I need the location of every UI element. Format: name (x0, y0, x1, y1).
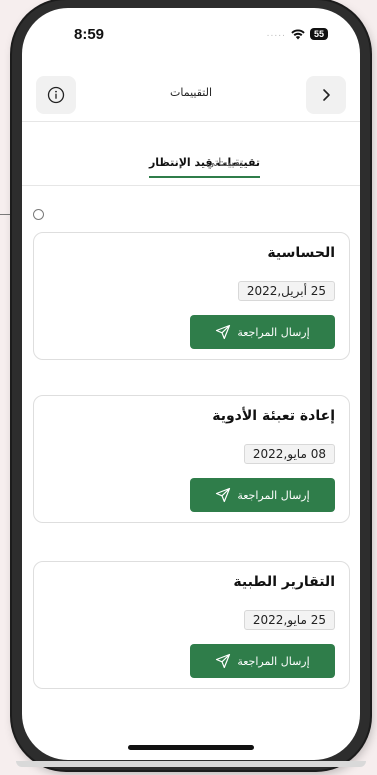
back-button[interactable] (306, 76, 346, 114)
tab-my-reviews[interactable]: تقييماتي (206, 156, 243, 169)
status-icons: ..... 55 (267, 28, 328, 40)
chevron-right-icon (323, 89, 330, 101)
send-review-button[interactable]: إرسال المراجعة (190, 478, 335, 512)
phone-edge (16, 761, 366, 767)
phone-frame: 8:59 ..... 55 التقييمات تقييمات قيد الإن… (12, 0, 370, 770)
header: التقييمات (22, 66, 360, 122)
status-time: 8:59 (74, 26, 105, 43)
date-badge: 25 مايو,2022 (243, 610, 335, 630)
card-title: الحساسية (267, 245, 335, 261)
send-review-button[interactable]: إرسال المراجعة (190, 315, 335, 349)
screen: 8:59 ..... 55 التقييمات تقييمات قيد الإن… (22, 8, 360, 760)
send-icon (216, 487, 231, 503)
date-badge: 25 أبريل,2022 (237, 281, 335, 301)
annotation-pin-icon (33, 209, 44, 220)
home-indicator[interactable] (128, 745, 254, 750)
send-review-button[interactable]: إرسال المراجعة (190, 644, 335, 678)
review-card: الحساسية 25 أبريل,2022 إرسال المراجعة (33, 232, 350, 360)
send-icon (216, 653, 231, 669)
tab-pending-reviews[interactable]: تقييمات قيد الإنتظار (148, 156, 260, 178)
review-card: التقارير الطبية 25 مايو,2022 إرسال المرا… (33, 561, 350, 689)
wifi-icon (291, 28, 305, 39)
tab-bar: تقييمات قيد الإنتظار تقييماتي (22, 122, 360, 186)
signal-icon: ..... (266, 29, 286, 39)
date-badge: 08 مايو,2022 (243, 444, 335, 464)
send-review-label: إرسال المراجعة (237, 654, 310, 668)
card-title: التقارير الطبية (233, 574, 335, 590)
card-title: إعادة تعبئة الأدوية (212, 408, 335, 424)
send-icon (216, 324, 231, 340)
status-bar: 8:59 ..... 55 (22, 8, 360, 64)
canvas: 8:59 ..... 55 التقييمات تقييمات قيد الإن… (0, 0, 377, 775)
send-review-label: إرسال المراجعة (237, 488, 310, 502)
send-review-label: إرسال المراجعة (237, 325, 310, 339)
review-card: إعادة تعبئة الأدوية 08 مايو,2022 إرسال ا… (33, 395, 350, 523)
battery-icon: 55 (309, 28, 328, 40)
